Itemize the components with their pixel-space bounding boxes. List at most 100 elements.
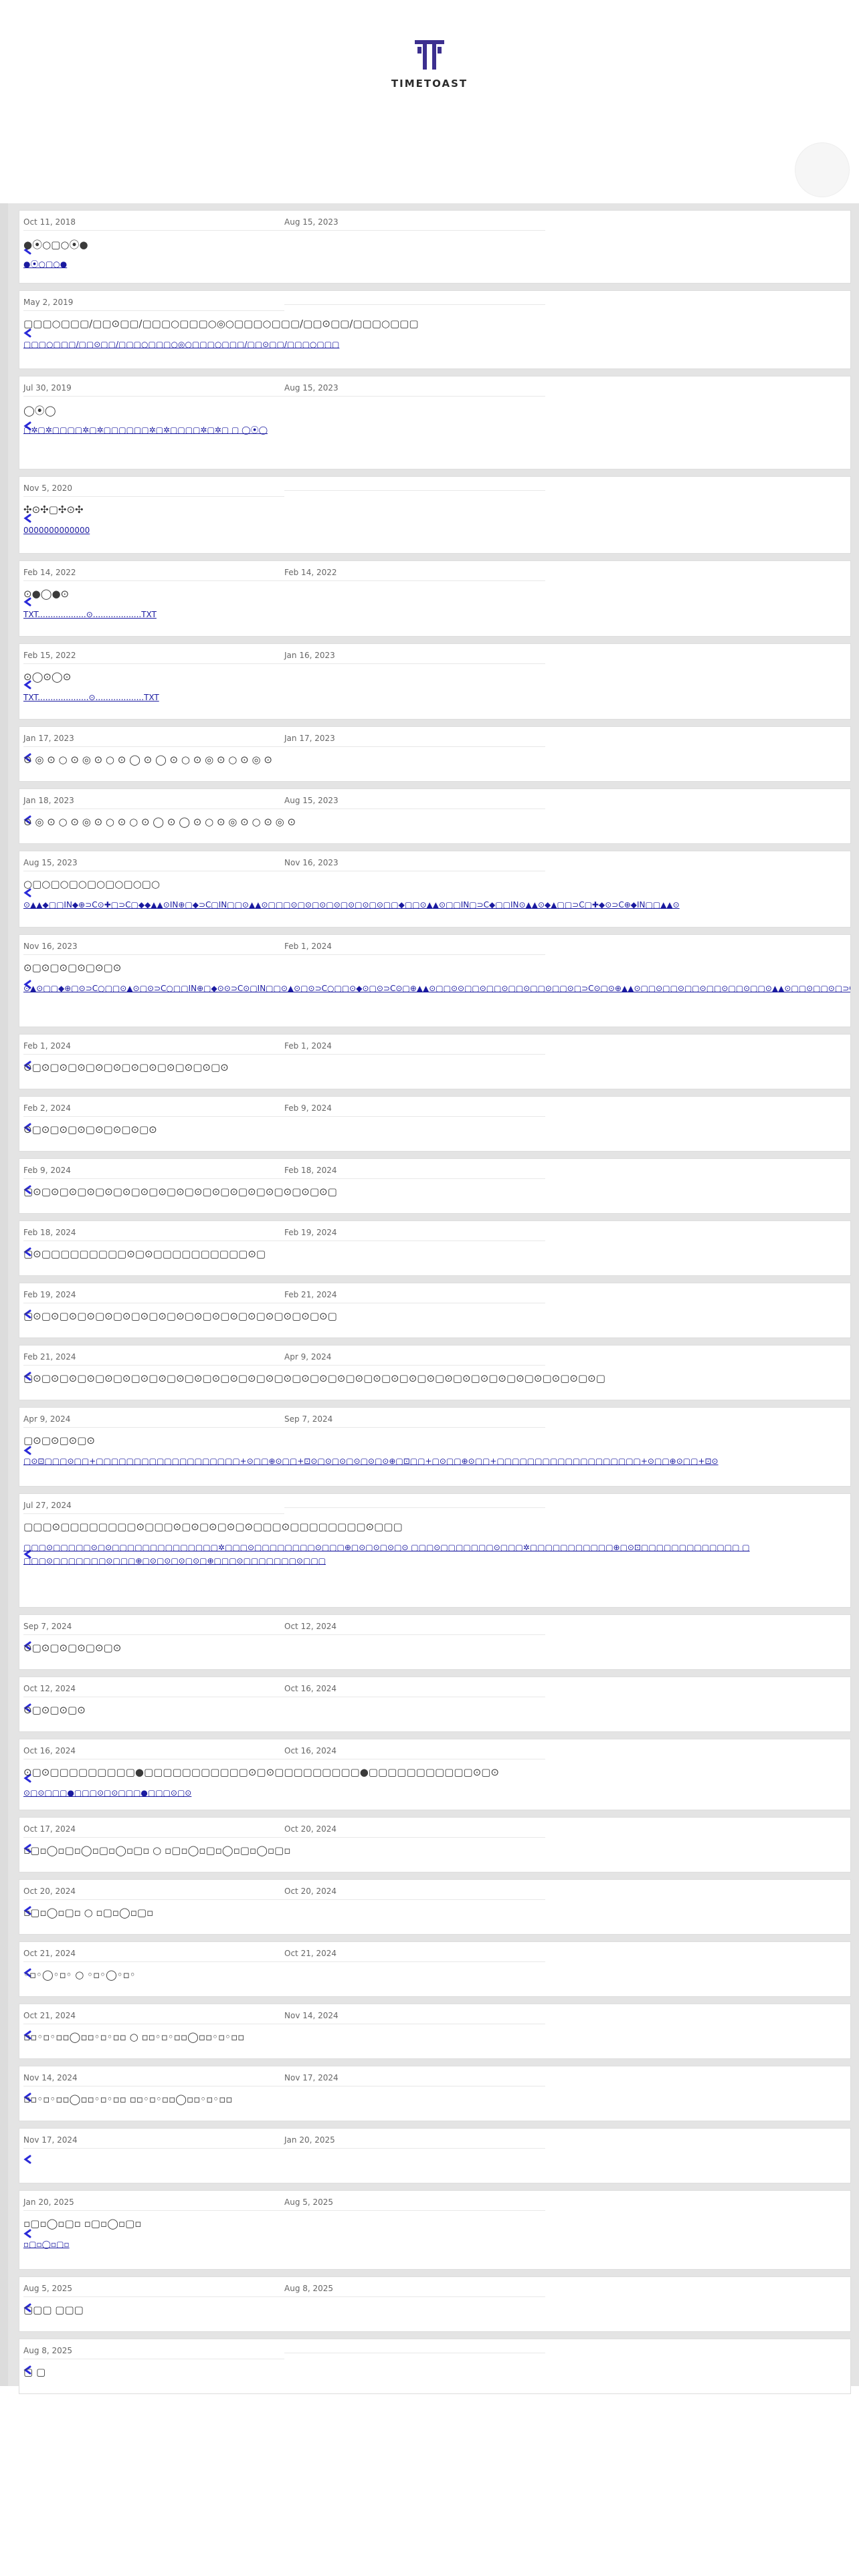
entry-dates: Feb 2, 2024 Feb 9, 2024: [23, 1103, 545, 1117]
entry-start-date: Oct 17, 2024: [23, 1824, 284, 1838]
entry-dates: Jan 17, 2023 Jan 17, 2023: [23, 734, 545, 747]
timeline-entry[interactable]: May 2, 2019 ▢▢▢○▢▢▢/▢▢⊙▢▢/▢▢▢○▢▢▢○◎○▢▢▢○▢…: [19, 290, 851, 369]
entry-dates: Jan 20, 2025 Aug 5, 2025: [23, 2197, 545, 2211]
entry-end-date: Feb 1, 2024: [284, 942, 545, 955]
entry-dates: Feb 19, 2024 Feb 21, 2024: [23, 1290, 545, 1303]
brand-name: TIMETOAST: [391, 78, 468, 90]
timeline-entry[interactable]: Jan 18, 2023 Aug 15, 2023 ⊙ ◎ ⊙ ○ ⊙ ◎ ⊙ ○ …: [19, 788, 851, 844]
entry-dates: Oct 11, 2018 Aug 15, 2023: [23, 217, 545, 231]
entry-title: ⊙▢⊙▢▢▢▢▢▢▢▢▢●▢▢▢▢▢▢▢▢▢▢▢⊙▢⊙▢▢▢▢▢▢▢▢▢●▢▢▢…: [23, 1766, 499, 1778]
entry-end-date: Aug 5, 2025: [284, 2197, 545, 2211]
entry-link[interactable]: ▫▢▫◯▫▢▫: [23, 2238, 844, 2251]
entry-start-date: Nov 14, 2024: [23, 2073, 284, 2086]
entry-start-date: Sep 7, 2024: [23, 1622, 284, 1635]
entry-end-date: Apr 9, 2024: [284, 1352, 545, 1366]
entry-link[interactable]: ⊙▲▲◆▢▢IN◆⊕⊃C⊙✚▢⊃C▢◆◆▲▲⊙IN⊕▢◆⊃C▢IN▢▢⊙▲▲⊙▢…: [23, 898, 844, 911]
entry-title: ▢▢▢ ▢▢▢: [23, 2304, 84, 2316]
entry-dates: Sep 7, 2024 Oct 12, 2024: [23, 1622, 545, 1635]
entry-end-date: Feb 19, 2024: [284, 1228, 545, 1241]
entry-dates: Oct 20, 2024 Oct 20, 2024: [23, 1887, 545, 1900]
timeline-list: Oct 11, 2018 Aug 15, 2023 ●⦿○▢○⦿● ●⦿○▢○● May…: [0, 203, 859, 2394]
entry-end-date: Oct 21, 2024: [284, 1949, 545, 1962]
entry-link[interactable]: ▢▢▢○▢▢▢/▢▢⊙▢▢/▢▢▢○▢▢▢○◎○▢▢▢○▢▢▢/▢▢⊙▢▢/▢▢…: [23, 338, 844, 351]
entry-end-date: Oct 20, 2024: [284, 1887, 545, 1900]
entry-end-date: Sep 7, 2024: [284, 1414, 545, 1428]
entry-title: ⊙●◯●⊙: [23, 588, 70, 600]
timeline-entry[interactable]: Oct 21, 2024 Nov 14, 2024 ▫▫◦▫◦▫▫◯▫▫◦▫◦▫▫ …: [19, 2004, 851, 2059]
entry-end-date: Aug 15, 2023: [284, 383, 545, 397]
entry-dates: Nov 17, 2024 Jan 20, 2025: [23, 2135, 545, 2149]
entry-end-date: Jan 17, 2023: [284, 734, 545, 747]
timeline-entry[interactable]: Feb 1, 2024 Feb 1, 2024 ⊙▢⊙▢⊙▢⊙▢⊙▢⊙▢⊙▢⊙▢⊙▢…: [19, 1034, 851, 1089]
timeline-entry[interactable]: Feb 15, 2022 Jan 16, 2023 ⊙◯⊙◯⊙ TXT........…: [19, 643, 851, 720]
entry-link[interactable]: 0000000000000: [23, 524, 844, 537]
timeline-entry[interactable]: Jul 30, 2019 Aug 15, 2023 ◯⦿◯ ▢✲▢✲▢▢▢▢✲▢✲▢▢…: [19, 376, 851, 469]
timeline-entry[interactable]: Feb 21, 2024 Apr 9, 2024 ▢⊙▢⊙▢⊙▢⊙▢⊙▢⊙▢⊙▢⊙▢…: [19, 1345, 851, 1400]
timeline-entry[interactable]: Oct 12, 2024 Oct 16, 2024 ⊙▢⊙▢⊙▢⊙: [19, 1677, 851, 1732]
entry-title: ⊙▢⊙▢⊙▢⊙▢⊙▢⊙▢⊙▢⊙▢⊙▢⊙▢⊙▢⊙: [23, 1061, 229, 1073]
entry-link[interactable]: ▢▢▢⊙▢▢▢▢▢⊙▢⊙▢▢▢▢▢▢▢▢▢▢▢▢▢▢✲▢▢▢⊙▢▢▢▢▢▢▢▢⊙…: [23, 1541, 844, 1568]
timeline-entry[interactable]: Sep 7, 2024 Oct 12, 2024 ⊙▢⊙▢⊙▢⊙▢⊙▢⊙: [19, 1614, 851, 1670]
entry-end-date: Feb 21, 2024: [284, 1290, 545, 1303]
timeline-entry[interactable]: Oct 16, 2024 Oct 16, 2024 ⊙▢⊙▢▢▢▢▢▢▢▢▢●▢▢▢…: [19, 1739, 851, 1810]
entry-dates: Oct 12, 2024 Oct 16, 2024: [23, 1684, 545, 1697]
entry-start-date: Feb 18, 2024: [23, 1228, 284, 1241]
entry-dates: Feb 1, 2024 Feb 1, 2024: [23, 1041, 545, 1055]
timeline-entry[interactable]: Aug 8, 2025 ▢ ▢: [19, 2339, 851, 2394]
entry-end-date: [284, 301, 545, 305]
entry-dates: Jul 30, 2019 Aug 15, 2023: [23, 383, 545, 397]
timeline-entry[interactable]: Feb 9, 2024 Feb 18, 2024 ▢⊙▢⊙▢⊙▢⊙▢⊙▢⊙▢⊙▢⊙▢…: [19, 1158, 851, 1214]
timeline-entry[interactable]: Nov 14, 2024 Nov 17, 2024 ▫▫◦▫◦▫▫◯▫▫◦▫◦▫▫ …: [19, 2066, 851, 2121]
entry-link[interactable]: ⊙▢⊙▢▢▢●▢▢▢⊙▢⊙▢▢▢●▢▢▢⊙▢⊙: [23, 1786, 844, 1800]
floating-action-button[interactable]: [795, 142, 850, 197]
timeline-entry[interactable]: Nov 16, 2023 Feb 1, 2024 ⊙▢⊙▢⊙▢⊙▢⊙▢⊙ ⊙▲⊙▢▢◆…: [19, 934, 851, 1027]
entry-link[interactable]: ▢⊙⊡▢▢▢⊙▢▢+▢▢▢▢▢▢▢▢▢▢▢▢▢▢▢▢▢▢▢+⊙▢▢⊕⊙▢▢+⊡⊙…: [23, 1455, 844, 1468]
timeline-entry[interactable]: Jan 17, 2023 Jan 17, 2023 ⊙ ◎ ⊙ ○ ⊙ ◎ ⊙ ○ …: [19, 726, 851, 782]
timeline-entry[interactable]: Oct 21, 2024 Oct 21, 2024 ◦▫◦◯◦▫◦ ○ ◦▫◦◯◦▫…: [19, 1941, 851, 1997]
entry-start-date: Nov 5, 2020: [23, 484, 284, 497]
entry-link[interactable]: ●⦿○▢○●: [23, 257, 844, 271]
entry-title: ▢▢▢⊙▢▢▢▢▢▢▢▢⊙▢▢▢⊙▢⊙▢⊙▢⊙▢⊙▢▢▢⊙▢▢▢▢▢▢▢▢⊙▢▢…: [23, 1521, 403, 1533]
entry-start-date: Oct 20, 2024: [23, 1887, 284, 1900]
entry-start-date: Oct 11, 2018: [23, 217, 284, 231]
timeline-entry[interactable]: Apr 9, 2024 Sep 7, 2024 ▢⊙▢⊙▢⊙▢⊙ ▢⊙⊡▢▢▢⊙▢▢+…: [19, 1407, 851, 1487]
entry-link[interactable]: TXT....................⊙................…: [23, 691, 844, 704]
timeline-entry[interactable]: Jul 27, 2024 ▢▢▢⊙▢▢▢▢▢▢▢▢⊙▢▢▢⊙▢⊙▢⊙▢⊙▢⊙▢▢▢…: [19, 1493, 851, 1608]
entry-start-date: Feb 21, 2024: [23, 1352, 284, 1366]
timeline-entry[interactable]: Nov 17, 2024 Jan 20, 2025: [19, 2128, 851, 2183]
timeline-entry[interactable]: Oct 17, 2024 Oct 20, 2024 ▫▢▫◯▫▢▫◯▫▢▫◯▫▢▫ …: [19, 1817, 851, 1872]
timeline-entry[interactable]: Feb 18, 2024 Feb 19, 2024 ▢⊙▢▢▢▢▢▢▢▢▢⊙▢⊙▢▢…: [19, 1220, 851, 1276]
timeline-entry[interactable]: Jan 20, 2025 Aug 5, 2025 ▫▢▫◯▫▢▫ ▫▢▫◯▫▢▫ ▫▢…: [19, 2190, 851, 2270]
timeline-entry[interactable]: Feb 2, 2024 Feb 9, 2024 ⊙▢⊙▢⊙▢⊙▢⊙▢⊙▢⊙▢⊙: [19, 1096, 851, 1152]
entry-end-date: Nov 16, 2023: [284, 858, 545, 871]
timeline-entry[interactable]: Feb 19, 2024 Feb 21, 2024 ▢⊙▢⊙▢⊙▢⊙▢⊙▢⊙▢⊙▢⊙…: [19, 1283, 851, 1338]
entry-title: ▫▢▫◯▫▢▫ ▫▢▫◯▫▢▫: [23, 2218, 142, 2230]
entry-start-date: Oct 12, 2024: [23, 1684, 284, 1697]
timeline-entry[interactable]: Aug 15, 2023 Nov 16, 2023 ○▢○▢○▢○▢○▢○▢○▢○ ⊙…: [19, 851, 851, 928]
timetoast-logo[interactable]: TIMETOAST: [0, 37, 859, 90]
entry-end-date: [284, 1504, 545, 1508]
entry-end-date: Aug 15, 2023: [284, 217, 545, 231]
timeline-entry[interactable]: Nov 5, 2020 ✣⊙✣▢✣⊙✣ 0000000000000: [19, 476, 851, 554]
timeline-entry[interactable]: Oct 20, 2024 Oct 20, 2024 ▫▢▫◯▫▢▫ ○ ▫▢▫◯▫▢…: [19, 1879, 851, 1935]
entry-dates: May 2, 2019: [23, 298, 545, 311]
entry-end-date: Oct 12, 2024: [284, 1622, 545, 1635]
entry-link[interactable]: ▢✲▢✲▢▢▢▢✲▢✲▢▢▢▢▢▢✲▢✲▢▢▢▢✲▢✲▢ ▢ ◯⦿◯: [23, 423, 844, 437]
entry-end-date: Jan 20, 2025: [284, 2135, 545, 2149]
entry-start-date: Feb 15, 2022: [23, 651, 284, 664]
entry-title: ⊙▢⊙▢⊙▢⊙▢⊙▢⊙▢⊙▢⊙: [23, 1123, 157, 1136]
entry-dates: Oct 21, 2024 Nov 14, 2024: [23, 2011, 545, 2024]
timeline-entry[interactable]: Oct 11, 2018 Aug 15, 2023 ●⦿○▢○⦿● ●⦿○▢○●: [19, 210, 851, 284]
entry-dates: Apr 9, 2024 Sep 7, 2024: [23, 1414, 545, 1428]
entry-dates: Oct 21, 2024 Oct 21, 2024: [23, 1949, 545, 1962]
entry-end-date: Feb 14, 2022: [284, 568, 545, 581]
entry-start-date: Feb 14, 2022: [23, 568, 284, 581]
entry-link[interactable]: TXT...................⊙.................…: [23, 608, 844, 621]
timeline-entry[interactable]: Feb 14, 2022 Feb 14, 2022 ⊙●◯●⊙ TXT........…: [19, 560, 851, 637]
entry-dates: Feb 21, 2024 Apr 9, 2024: [23, 1352, 545, 1366]
entry-title: ⊙▢⊙▢⊙▢⊙▢⊙▢⊙: [23, 962, 122, 974]
entry-dates: Oct 17, 2024 Oct 20, 2024: [23, 1824, 545, 1838]
entry-link[interactable]: ⊙▲⊙▢▢◆⊕▢⊙⊃C○▢▢⊙▲⊙▢⊙⊃C○▢▢IN⊕▢◆⊙⊙⊃C⊙▢IN▢▢⊙…: [23, 982, 850, 995]
timeline-entry[interactable]: Aug 5, 2025 Aug 8, 2025 ▢▢▢ ▢▢▢: [19, 2276, 851, 2332]
entry-dates: Nov 14, 2024 Nov 17, 2024: [23, 2073, 545, 2086]
